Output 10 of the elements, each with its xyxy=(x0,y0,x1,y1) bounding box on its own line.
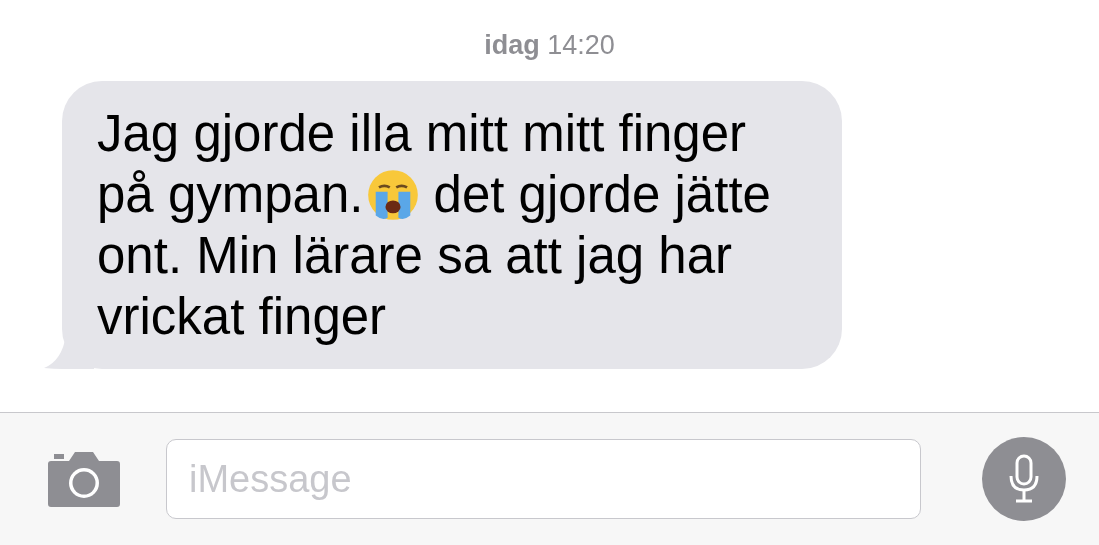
camera-icon[interactable] xyxy=(45,451,121,507)
microphone-icon xyxy=(1007,454,1041,504)
message-text: ont. Min lärare sa att jag har xyxy=(97,226,732,286)
crying-face-icon xyxy=(365,167,420,222)
timestamp: idag 14:20 xyxy=(484,30,615,61)
message-input-field[interactable]: iMessage xyxy=(166,439,921,519)
message-text: Jag gjorde illa mitt mitt finger xyxy=(97,104,747,164)
message-text: vrickat finger xyxy=(97,287,387,347)
message-text: på gympan. xyxy=(97,165,364,225)
message-text: det gjorde jätte xyxy=(433,165,771,225)
